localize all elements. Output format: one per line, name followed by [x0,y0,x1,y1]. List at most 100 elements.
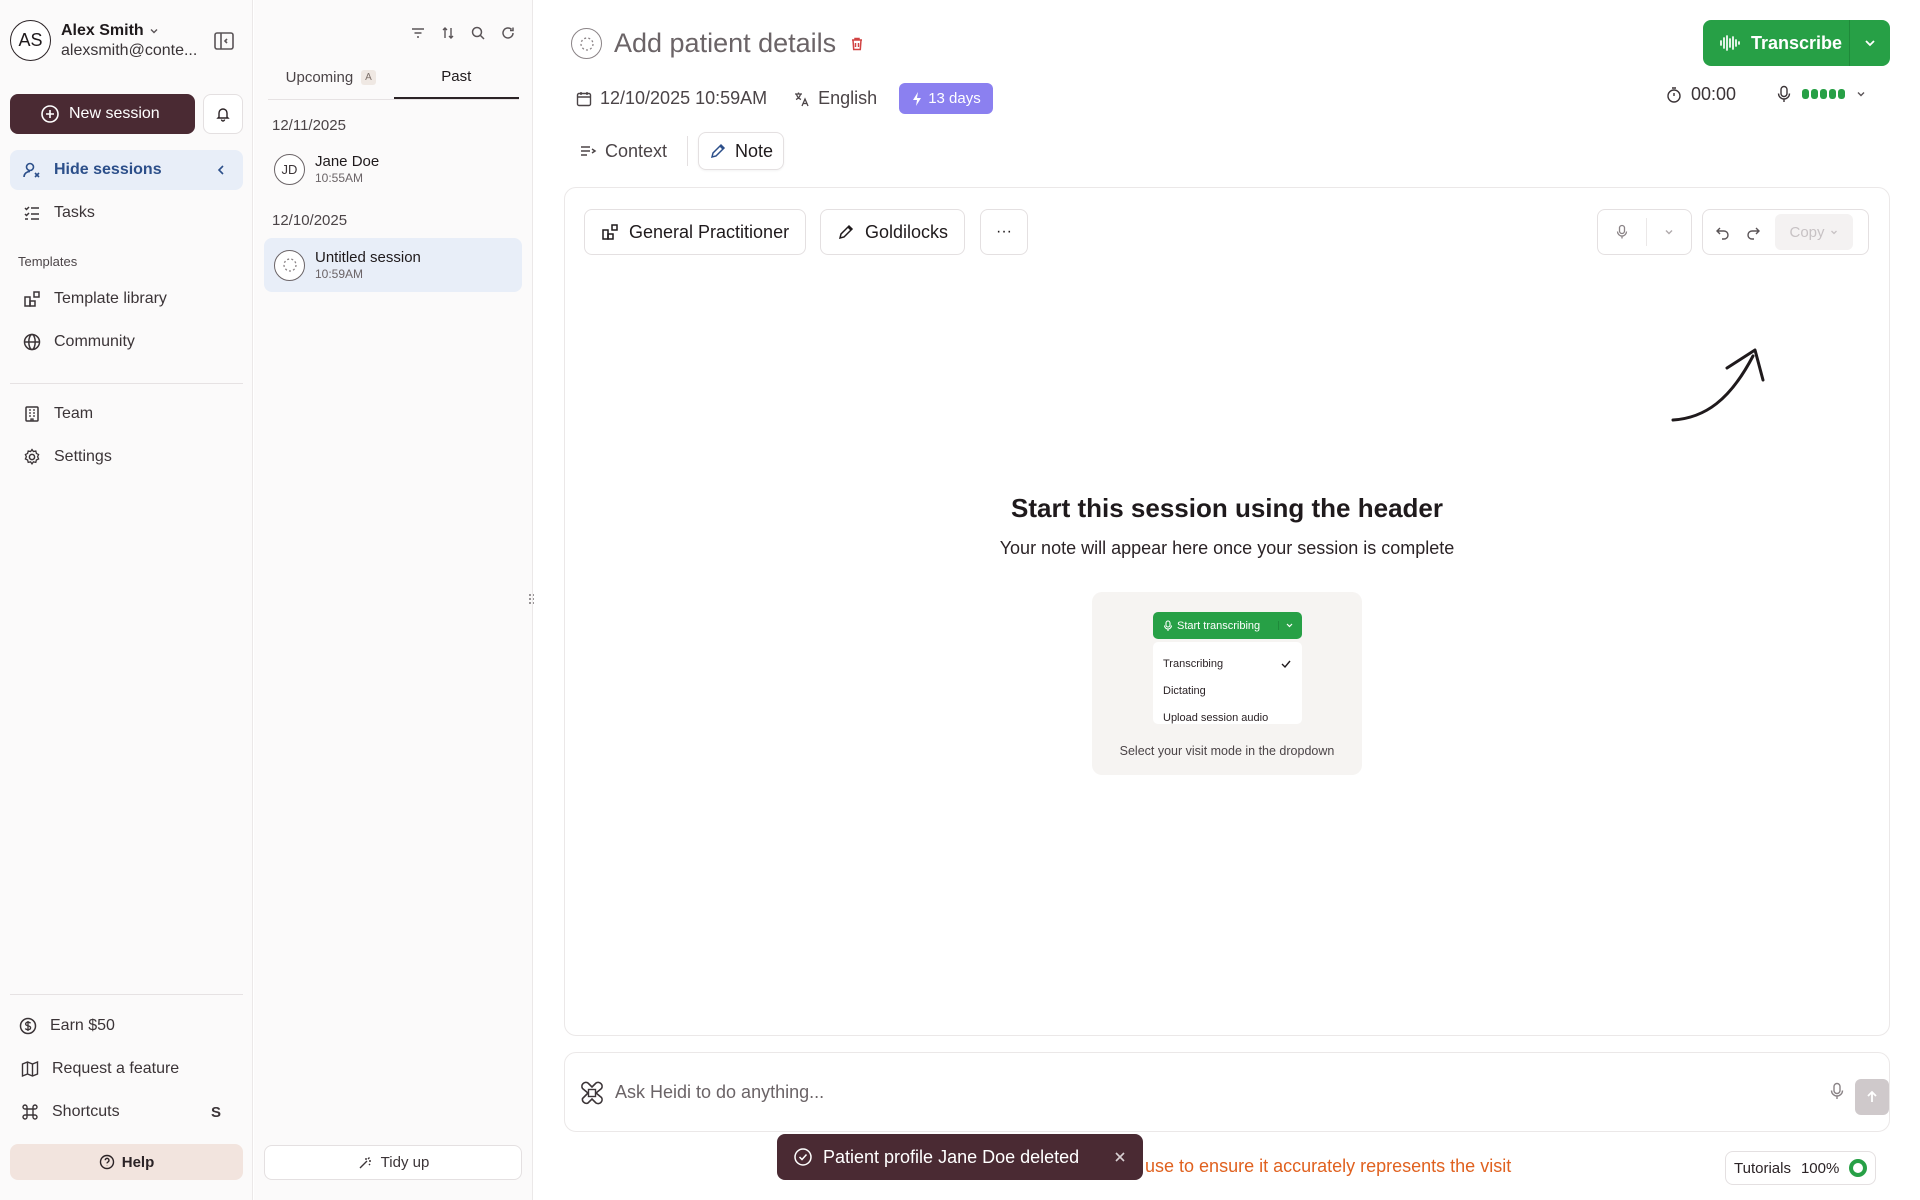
sidebar-item-hide-sessions[interactable]: Hide sessions [10,150,243,190]
date-group-label: 12/11/2025 [272,117,346,134]
tab-past[interactable]: Past [393,66,519,99]
sidebar-item-request-feature[interactable]: Request a feature [10,1049,243,1089]
style-selector-button[interactable]: Goldilocks [820,209,966,255]
session-datetime[interactable]: 12/10/2025 10:59AM [575,88,767,109]
divider [10,383,243,384]
transcribe-button[interactable]: Transcribe [1703,20,1890,66]
chevron-down-icon [1865,40,1875,47]
close-icon[interactable] [1113,1150,1127,1164]
heidi-logo-icon [581,1081,603,1105]
sidebar-item-label: Template library [54,290,167,307]
view-tabs: Context Note [569,132,785,170]
help-button[interactable]: Help [10,1144,243,1180]
tasks-icon [24,206,39,220]
help-circle-icon [99,1154,114,1170]
user-name: Alex Smith [61,21,144,39]
mic-level-meter [1802,89,1845,99]
session-item[interactable]: JD Jane Doe 10:55AM [264,142,522,196]
chevron-down-icon [1665,230,1673,235]
tab-badge: A [361,70,376,85]
microphone-icon[interactable] [1829,1082,1845,1100]
session-item[interactable]: Untitled session 10:59AM [264,238,522,292]
search-icon[interactable] [470,25,486,41]
gear-icon [24,448,40,466]
copy-button[interactable]: Copy [1775,214,1853,250]
collapse-sidebar-icon[interactable] [212,29,236,53]
session-tabs: Upcoming A Past [268,66,519,100]
mic-level-selector[interactable] [1776,85,1867,103]
page-header: Add patient details [571,28,866,59]
new-session-label: New session [69,105,160,122]
session-time: 10:55AM [315,171,364,185]
tab-context[interactable]: Context [569,132,677,170]
check-icon [1281,660,1291,668]
session-name: Jane Doe [315,153,380,170]
session-placeholder-icon [571,28,602,59]
template-icon [602,224,618,240]
dictation-control [1597,209,1692,255]
tab-note[interactable]: Note [698,132,785,170]
tab-label: Upcoming [285,69,354,86]
toast-notification: Patient profile Jane Doe deleted [777,1134,1143,1180]
tab-upcoming[interactable]: Upcoming A [268,66,394,99]
building-icon [25,406,39,422]
sidebar-item-earn[interactable]: Earn $50 [10,1006,243,1046]
send-button[interactable] [1855,1079,1889,1115]
undo-icon[interactable] [1715,224,1731,240]
sidebar-item-community[interactable]: Community [10,322,243,362]
days-label: 13 days [928,90,981,107]
sort-icon[interactable] [440,25,456,41]
tab-label: Past [441,68,472,85]
sidebar-item-template-library[interactable]: Template library [10,279,243,319]
redo-icon[interactable] [1745,224,1761,240]
stopwatch-icon [1667,86,1681,103]
session-time: 10:59AM [315,267,364,281]
session-timer: 00:00 [1665,84,1736,105]
preview-option: Transcribing [1163,657,1224,670]
user-menu[interactable]: AS Alex Smith alexsmith@conte... [10,20,197,61]
sidebar-item-label: Tasks [54,204,95,221]
filter-icon[interactable] [410,25,426,41]
sidebar-item-label: Request a feature [52,1060,180,1077]
sidebar-item-label: Team [54,405,94,422]
datetime-value: 12/10/2025 10:59AM [600,88,768,108]
more-options-button[interactable]: ··· [980,209,1028,255]
tab-label: Context [605,140,668,161]
ask-heidi-input[interactable] [615,1077,1715,1107]
sidebar: AS Alex Smith alexsmith@conte... New ses… [0,0,253,1200]
sidebar-item-team[interactable]: Team [10,394,243,434]
sidebar-item-tasks[interactable]: Tasks [10,193,243,233]
pen-icon [711,143,726,159]
page-title[interactable]: Add patient details [614,28,836,59]
timer-value: 00:00 [1691,84,1737,104]
tidy-up-button[interactable]: Tidy up [264,1145,522,1180]
waveform-icon [1720,35,1740,51]
dictate-button[interactable] [1598,224,1646,240]
sidebar-item-label: Settings [54,448,112,465]
template-selector-button[interactable]: General Practitioner [584,209,807,255]
trash-icon[interactable] [848,35,866,53]
tutorials-label: Tutorials [1734,1159,1791,1177]
preview-menu: Transcribing Dictating Upload session au… [1153,642,1302,724]
sidebar-item-label: Community [54,333,135,350]
ask-heidi-bar [564,1052,1890,1132]
tutorials-button[interactable]: Tutorials 100% [1725,1151,1877,1185]
notifications-button[interactable] [203,94,243,134]
trial-days-badge[interactable]: 13 days [899,83,993,114]
template-library-icon [24,291,40,307]
chevron-down-icon [1286,623,1293,628]
visit-mode-preview: Start transcribing Transcribing Dictatin… [1092,592,1362,775]
transcribe-dropdown[interactable] [1850,36,1890,50]
map-icon [21,1060,39,1078]
sidebar-item-shortcuts[interactable]: Shortcuts S [10,1092,243,1132]
shortcut-key: S [210,1103,221,1121]
dictate-dropdown[interactable] [1647,226,1691,238]
sidebar-item-settings[interactable]: Settings [10,437,243,477]
preview-start-button: Start transcribing [1153,612,1302,639]
magic-wand-icon [359,1156,371,1168]
microphone-icon [1777,85,1791,102]
new-session-button[interactable]: New session [10,94,195,134]
language-selector[interactable]: English [793,88,877,109]
refresh-icon[interactable] [500,25,516,41]
preview-caption: Select your visit mode in the dropdown [1119,744,1335,758]
